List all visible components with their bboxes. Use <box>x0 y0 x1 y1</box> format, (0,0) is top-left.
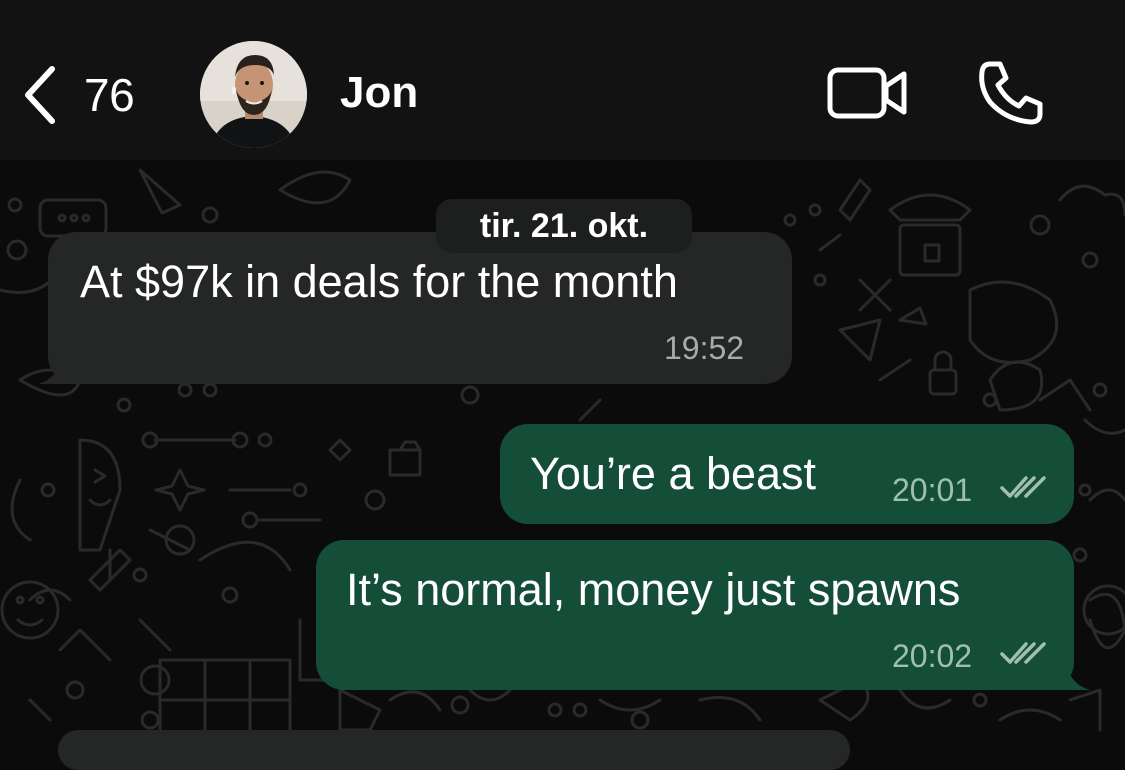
double-check-icon <box>1000 476 1046 498</box>
message-text: At $97k in deals for the month <box>80 256 678 307</box>
avatar-image <box>200 41 307 148</box>
date-separator: tir. 21. okt. <box>436 199 692 253</box>
back-button[interactable]: 76 <box>22 62 135 128</box>
phone-icon <box>979 61 1043 125</box>
message-timestamp: 20:01 <box>892 472 973 508</box>
message-bubble-outgoing[interactable]: You’re a beast 20:01 <box>500 424 1074 524</box>
double-check-icon <box>1000 642 1046 664</box>
avatar[interactable] <box>200 41 307 148</box>
message-timestamp: 19:52 <box>664 330 745 366</box>
video-call-button[interactable] <box>826 64 910 122</box>
unread-count: 76 <box>84 69 135 121</box>
message-text: You’re a beast <box>530 448 817 499</box>
chat-header: 76 Jon <box>0 0 1125 160</box>
chevron-left-icon <box>25 66 55 124</box>
video-camera-icon <box>827 67 907 119</box>
message-bubble-incoming[interactable]: At $97k in deals for the month 19:52 <box>48 232 792 384</box>
message-timestamp: 20:02 <box>892 638 973 674</box>
voice-call-button[interactable] <box>976 58 1046 128</box>
message-text: It’s normal, money just spawns <box>346 564 961 615</box>
contact-name[interactable]: Jon <box>340 68 418 118</box>
message-bubble-outgoing[interactable]: It’s normal, money just spawns 20:02 <box>316 540 1074 690</box>
message-bubble-incoming-partial[interactable] <box>58 730 850 770</box>
